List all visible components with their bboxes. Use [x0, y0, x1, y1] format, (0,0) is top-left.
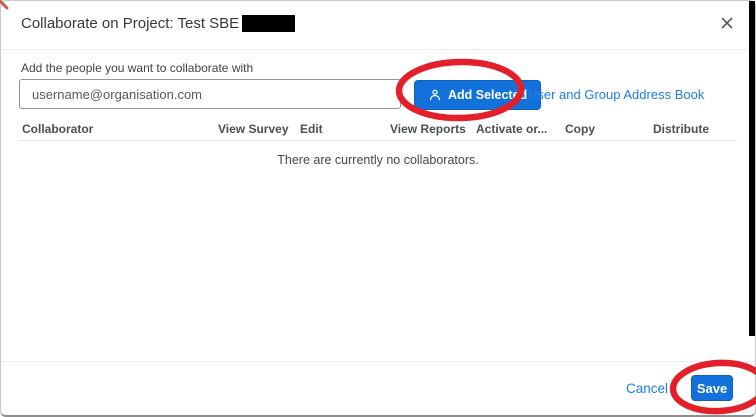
column-header-view-survey: View Survey [218, 122, 300, 136]
collaborator-email-input[interactable] [19, 79, 401, 109]
column-header-distribute: Distribute [653, 122, 737, 136]
title-redaction-box [242, 15, 295, 32]
column-header-collaborator: Collaborator [22, 122, 218, 136]
dialog-header: Collaborate on Project: Test SBE [1, 1, 755, 50]
right-edge-redaction-bar [749, 1, 755, 336]
collaborator-table-header: Collaborator View Survey Edit View Repor… [1, 122, 755, 136]
person-icon [428, 88, 442, 102]
footer-divider [1, 361, 755, 362]
close-button[interactable] [718, 15, 736, 33]
column-header-activate: Activate or... [476, 122, 565, 136]
save-button[interactable]: Save [691, 375, 733, 401]
close-icon [720, 16, 734, 33]
add-people-label: Add the people you want to collaborate w… [21, 61, 253, 75]
add-selected-button[interactable]: Add Selected [414, 80, 541, 110]
column-header-copy: Copy [565, 122, 653, 136]
column-header-view-reports: View Reports [390, 122, 476, 136]
table-header-divider [19, 140, 737, 141]
address-book-link[interactable]: User and Group Address Book [528, 87, 704, 102]
page-title-text: Collaborate on Project: Test SBE [21, 15, 239, 32]
collaborate-dialog: Collaborate on Project: Test SBE Add the… [0, 0, 756, 417]
empty-collaborators-message: There are currently no collaborators. [1, 153, 755, 167]
page-title: Collaborate on Project: Test SBE [21, 15, 295, 32]
add-selected-label: Add Selected [448, 88, 527, 102]
cancel-button[interactable]: Cancel [626, 381, 668, 396]
column-header-edit: Edit [300, 122, 390, 136]
